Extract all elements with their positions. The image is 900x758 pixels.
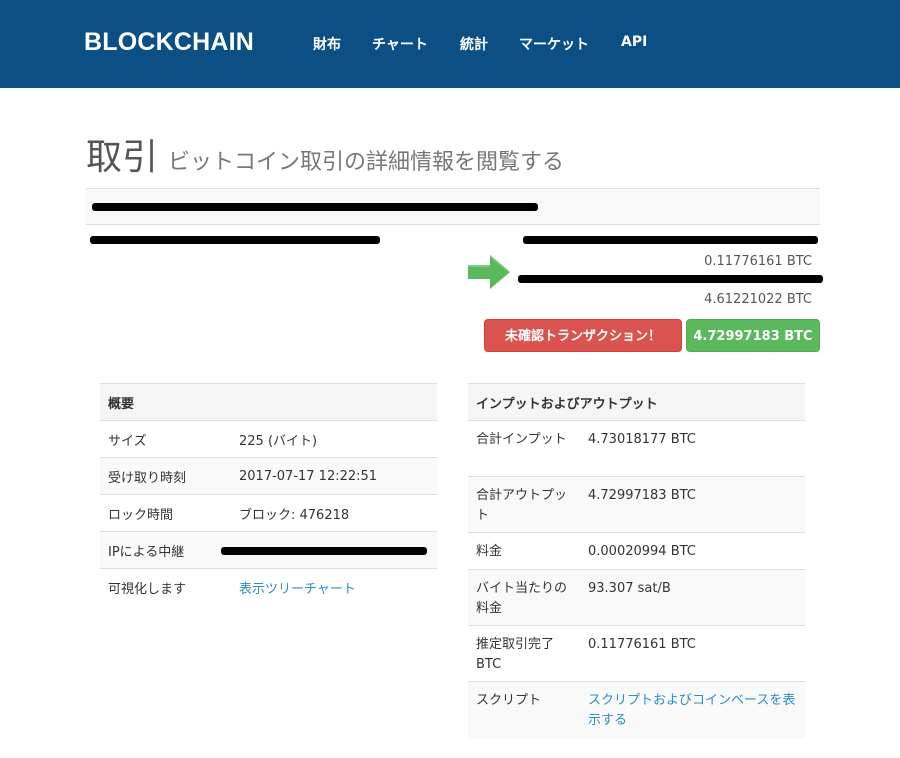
io-label: 合計インプット — [468, 420, 580, 477]
io-value: 4.72997183 BTC — [580, 476, 805, 533]
redaction-bar — [90, 236, 380, 244]
table-row: IPによる中継 — [100, 531, 437, 569]
table-row: 受け取り時刻 2017-07-17 12:22:51 — [100, 457, 437, 495]
redaction-bar — [518, 275, 823, 283]
summary-value: ブロック: 476218 — [231, 494, 437, 532]
nav-item-charts[interactable]: チャート — [372, 34, 428, 54]
table-row: スクリプト スクリプトおよびコインベースを表示する — [468, 681, 805, 738]
table-row: 推定取引完了BTC 0.11776161 BTC — [468, 625, 805, 682]
io-label: 推定取引完了BTC — [468, 625, 580, 682]
unconfirmed-transaction-button[interactable]: 未確認トランザクション！ — [484, 319, 682, 352]
table-row: バイト当たりの料金 93.307 sat/B — [468, 569, 805, 626]
nav-item-stats[interactable]: 統計 — [460, 34, 488, 54]
output-amount: 0.11776161 BTC — [704, 254, 812, 269]
page-title: 取引 ビットコイン取引の詳細情報を閲覧する — [86, 128, 564, 180]
inputs-outputs-table: インプットおよびアウトプット 合計インプット 4.73018177 BTC 合計… — [468, 383, 805, 738]
summary-label: 受け取り時刻 — [100, 457, 231, 495]
io-value: 0.11776161 BTC — [580, 625, 805, 682]
io-value: 93.307 sat/B — [580, 569, 805, 626]
nav-item-api[interactable]: API — [621, 34, 647, 50]
io-label: バイト当たりの料金 — [468, 569, 580, 626]
redaction-bar — [523, 236, 818, 244]
table-row: 可視化します 表示ツリーチャート — [100, 568, 437, 606]
summary-label: IPによる中継 — [100, 531, 231, 569]
total-amount-button[interactable]: 4.72997183 BTC — [686, 319, 820, 352]
nav-item-wallet[interactable]: 財布 — [313, 34, 341, 54]
io-label: 合計アウトプット — [468, 476, 580, 533]
summary-table: 概要 サイズ 225 (バイト) 受け取り時刻 2017-07-17 12:22… — [100, 383, 437, 606]
summary-value — [221, 531, 437, 569]
table-row: ロック時間 ブロック: 476218 — [100, 494, 437, 532]
io-header: インプットおよびアウトプット — [468, 383, 805, 421]
transaction-hash-row — [86, 188, 820, 225]
summary-label: 可視化します — [100, 568, 231, 606]
summary-label: サイズ — [100, 420, 231, 458]
table-row: 合計アウトプット 4.72997183 BTC — [468, 476, 805, 533]
right-arrow-icon — [468, 255, 510, 289]
io-label: 料金 — [468, 532, 580, 570]
summary-header: 概要 — [100, 383, 437, 421]
summary-value: 225 (バイト) — [231, 420, 437, 458]
table-row: サイズ 225 (バイト) — [100, 420, 437, 458]
tree-chart-link[interactable]: 表示ツリーチャート — [239, 582, 356, 597]
summary-label: ロック時間 — [100, 494, 231, 532]
table-row: 合計インプット 4.73018177 BTC — [468, 420, 805, 477]
table-row: 料金 0.00020994 BTC — [468, 532, 805, 570]
top-navbar: BLOCKCHAIN 財布 チャート 統計 マーケット API — [0, 0, 900, 88]
redaction-bar — [221, 547, 427, 555]
io-value: 4.73018177 BTC — [580, 420, 805, 477]
io-value: 0.00020994 BTC — [580, 532, 805, 570]
output-amount: 4.61221022 BTC — [704, 292, 812, 307]
summary-value: 2017-07-17 12:22:51 — [231, 457, 437, 495]
page-subtitle: ビットコイン取引の詳細情報を閲覧する — [168, 150, 565, 175]
io-label: スクリプト — [468, 681, 580, 738]
redaction-bar — [92, 203, 538, 211]
nav-item-markets[interactable]: マーケット — [519, 34, 589, 54]
show-script-link[interactable]: スクリプトおよびコインベースを表示する — [588, 693, 795, 728]
brand-logo[interactable]: BLOCKCHAIN — [84, 28, 254, 57]
page-title-main: 取引 — [86, 137, 159, 178]
